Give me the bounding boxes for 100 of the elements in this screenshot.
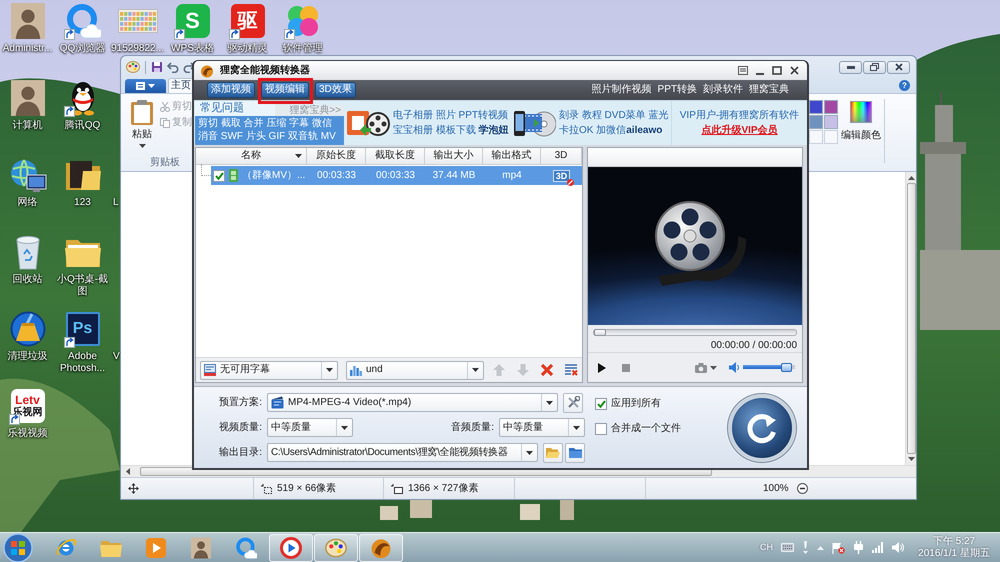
promo-links[interactable]: 刻录 教程 DVD菜单 蓝光 bbox=[559, 109, 668, 122]
window-menu-button[interactable] bbox=[737, 64, 749, 76]
topic-links[interactable]: 消音 SWF 片头 GIF 双音轨 MV bbox=[198, 130, 341, 143]
upgrade-link[interactable]: 点此升级VIP会员 bbox=[701, 124, 778, 136]
snapshot-button[interactable] bbox=[695, 362, 717, 372]
palette-icon[interactable] bbox=[126, 60, 140, 74]
column-header[interactable]: 原始长度 bbox=[307, 148, 366, 165]
icon-label[interactable]: 清理垃圾 bbox=[8, 351, 48, 363]
topic-links[interactable]: 剪切 截取 合并 压缩 字幕 微信 bbox=[198, 117, 341, 130]
icon-label[interactable]: 小Q书桌-截图 bbox=[56, 274, 110, 298]
power-plug-icon[interactable] bbox=[853, 541, 864, 554]
promo-links[interactable]: 宝宝相册 模板下载 学泡妞 bbox=[393, 124, 509, 137]
remove-button[interactable] bbox=[540, 363, 554, 377]
minimize-icon bbox=[756, 72, 764, 74]
icon-label[interactable]: 乐视视频 bbox=[8, 428, 48, 440]
ring-cloud-icon[interactable] bbox=[64, 3, 100, 39]
close-button[interactable] bbox=[887, 60, 910, 74]
person-silhouette-icon[interactable] bbox=[10, 80, 44, 116]
audio-track-dropdown[interactable]: und bbox=[346, 360, 484, 380]
color-swatch[interactable] bbox=[824, 100, 838, 114]
restore-button[interactable] bbox=[863, 60, 886, 74]
menu-link[interactable]: 狸窝宝典 bbox=[749, 84, 789, 96]
column-header[interactable]: 输出大小 bbox=[425, 148, 483, 165]
column-header[interactable]: 截取长度 bbox=[366, 148, 425, 165]
color-swatch[interactable] bbox=[824, 130, 838, 144]
3d-tag[interactable]: 3D bbox=[552, 170, 570, 182]
person-silhouette-icon[interactable] bbox=[10, 3, 44, 39]
paste-button[interactable]: 粘贴 bbox=[125, 97, 159, 148]
open-folder-button[interactable] bbox=[565, 442, 585, 462]
color-swatch[interactable] bbox=[809, 115, 823, 129]
folder-icon[interactable] bbox=[64, 159, 100, 191]
promo-links[interactable]: 卡拉OK 加微信aileawo bbox=[559, 124, 668, 137]
seek-slider[interactable] bbox=[593, 328, 797, 336]
video-quality-dropdown[interactable]: 中等质量 bbox=[267, 418, 353, 437]
video-format-icon bbox=[271, 396, 284, 409]
broom-icon[interactable] bbox=[10, 311, 46, 347]
signal-bars-icon[interactable] bbox=[872, 542, 884, 553]
output-folder-field[interactable]: C:\Users\Administrator\Documents\狸窝\全能视频转换器 bbox=[267, 443, 538, 462]
volume-slider[interactable] bbox=[743, 363, 795, 372]
preset-dropdown[interactable]: MP4-MPEG-4 Video(*.mp4) bbox=[267, 393, 558, 412]
toolbar-button[interactable]: 视频编辑 bbox=[261, 82, 309, 98]
volume-thumb[interactable] bbox=[780, 363, 792, 372]
color-swatch[interactable] bbox=[809, 100, 823, 114]
icon-label[interactable]: Adobe Photosh... bbox=[56, 351, 110, 375]
maximize-button[interactable] bbox=[771, 64, 783, 76]
faq-tab[interactable]: 常见问题 bbox=[195, 101, 275, 116]
checkbox-label[interactable]: 应用到所有 bbox=[611, 398, 661, 410]
edit-colors-button[interactable]: 编辑颜色 bbox=[841, 97, 881, 169]
icon-label[interactable]: 腾讯QQ bbox=[64, 120, 100, 132]
stop-button[interactable] bbox=[622, 364, 630, 372]
browse-button[interactable] bbox=[543, 442, 563, 462]
taskbar-button[interactable] bbox=[269, 534, 313, 562]
color-swatch[interactable] bbox=[809, 130, 823, 144]
audio-quality-dropdown[interactable]: 中等质量 bbox=[499, 418, 585, 437]
toolbar-button[interactable]: 添加视频 bbox=[207, 82, 255, 98]
checkbox[interactable] bbox=[595, 423, 607, 435]
color-swatch[interactable] bbox=[824, 115, 838, 129]
checkbox-label[interactable]: 合并成一个文件 bbox=[611, 423, 681, 435]
column-header[interactable]: 输出格式 bbox=[483, 148, 541, 165]
column-header[interactable]: 3D bbox=[541, 148, 582, 165]
start-orb-icon[interactable] bbox=[3, 532, 33, 562]
icon-label[interactable]: 回收站 bbox=[12, 274, 42, 286]
icon-label[interactable]: 计算机 bbox=[12, 120, 42, 132]
zoom-out-button[interactable] bbox=[796, 483, 808, 494]
clear-list-button[interactable] bbox=[564, 363, 578, 377]
file-menu-button[interactable] bbox=[125, 79, 166, 93]
undo-arrow-icon[interactable] bbox=[167, 61, 179, 73]
menu-link[interactable]: 照片制作视频 bbox=[592, 84, 652, 96]
close-button[interactable] bbox=[788, 64, 800, 76]
icon-label[interactable]: L bbox=[113, 197, 119, 209]
down-arrow-icon bbox=[516, 363, 530, 377]
promo-links[interactable]: 电子相册 照片 PPT转视频 bbox=[393, 109, 509, 122]
app-logo[interactable]: Ps bbox=[66, 312, 100, 346]
globe-monitor-icon[interactable] bbox=[8, 157, 46, 193]
icon-label[interactable]: 123 bbox=[74, 197, 91, 209]
trash-bin-icon[interactable] bbox=[14, 234, 42, 270]
icon-label[interactable]: V bbox=[113, 351, 120, 363]
play-button[interactable] bbox=[598, 362, 606, 372]
column-header[interactable]: 名称 bbox=[196, 148, 307, 165]
taskbar-button[interactable] bbox=[359, 534, 403, 562]
menu-link[interactable]: PPT转换 bbox=[658, 84, 697, 96]
icon-label[interactable]: 网络 bbox=[18, 197, 38, 209]
checkbox[interactable] bbox=[213, 170, 225, 182]
toolbar-button[interactable]: 3D效果 bbox=[315, 82, 356, 98]
ribbon-tab[interactable]: 主页 bbox=[168, 78, 192, 93]
settings-button[interactable] bbox=[563, 392, 583, 412]
vertical-scrollbar[interactable] bbox=[905, 172, 916, 465]
film-file-icon bbox=[229, 169, 238, 182]
minimize-button[interactable] bbox=[839, 60, 862, 74]
convert-button[interactable] bbox=[728, 394, 796, 462]
subtitle-dropdown[interactable]: 无可用字幕 bbox=[200, 360, 338, 380]
menu-link[interactable]: 刻录软件 bbox=[703, 84, 743, 96]
speaker-icon[interactable] bbox=[892, 542, 904, 553]
flag-error-icon[interactable] bbox=[832, 542, 845, 554]
seek-thumb[interactable] bbox=[594, 328, 606, 336]
mute-button[interactable] bbox=[729, 362, 740, 373]
checkbox[interactable] bbox=[595, 398, 607, 410]
pen-caret-icon[interactable] bbox=[802, 541, 809, 554]
scroll-thumb[interactable] bbox=[906, 183, 916, 454]
help-button[interactable]: ? bbox=[899, 80, 910, 91]
